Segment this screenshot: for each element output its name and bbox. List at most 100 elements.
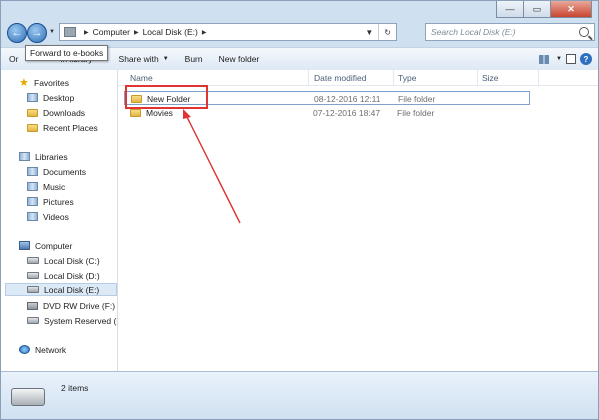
new-folder-label: New folder (218, 54, 260, 64)
sidebar-item-music[interactable]: Music (27, 180, 65, 193)
sidebar-item-videos[interactable]: Videos (27, 210, 69, 223)
sidebar-item-desktop[interactable]: Desktop (27, 91, 74, 104)
sidebar-label: Local Disk (C:) (44, 255, 100, 266)
sidebar-item-dvd-drive[interactable]: DVD RW Drive (F:) Sc (27, 299, 117, 312)
chevron-right-icon[interactable]: ▶ (202, 29, 207, 36)
sidebar-item-downloads[interactable]: Downloads (27, 106, 85, 119)
downloads-folder-icon (27, 108, 38, 117)
sidebar-item-pictures[interactable]: Pictures (27, 195, 74, 208)
breadcrumb-local-disk-e[interactable]: Local Disk (E:) (143, 27, 198, 37)
help-icon[interactable]: ? (580, 53, 592, 65)
column-divider[interactable] (477, 70, 478, 85)
search-box[interactable] (425, 23, 595, 41)
sidebar-label: System Reserved (H: (44, 315, 118, 326)
sidebar-item-recent-places[interactable]: Recent Places (27, 121, 98, 134)
explorer-window: — ▭ ✕ ← → ▼ ▶ Computer ▶ Local Disk (E:)… (0, 0, 599, 420)
column-divider[interactable] (538, 70, 539, 85)
file-row[interactable]: Movies 07-12-2016 18:47 File folder (124, 106, 530, 120)
sidebar-label: DVD RW Drive (F:) Sc (43, 300, 117, 311)
sidebar-item-network[interactable]: Network (19, 343, 66, 356)
sidebar-item-favorites[interactable]: ★ Favorites (19, 76, 69, 89)
organize-button[interactable]: Or (1, 54, 26, 64)
minimize-button[interactable]: — (496, 1, 524, 18)
network-icon (19, 345, 30, 354)
hard-disk-icon (27, 257, 39, 264)
pictures-icon (27, 197, 38, 206)
view-options-chevron-icon[interactable]: ▼ (556, 56, 562, 62)
drive-icon (64, 27, 76, 37)
address-dropdown-icon[interactable]: ▼ (360, 28, 378, 37)
file-row[interactable]: New Folder 08-12-2016 12:11 File folder (124, 91, 530, 105)
sidebar-item-documents[interactable]: Documents (27, 165, 86, 178)
search-icon[interactable] (579, 27, 589, 37)
column-header-size[interactable]: Size (482, 73, 499, 83)
hard-disk-icon (27, 286, 39, 293)
sidebar-label: Computer (35, 240, 73, 251)
sidebar-label: Favorites (34, 77, 69, 88)
folder-icon (130, 109, 141, 117)
libraries-icon (19, 152, 30, 161)
folder-icon (131, 95, 142, 103)
share-with-button[interactable]: Share with ▼ (111, 54, 177, 64)
minimize-icon: — (505, 4, 515, 14)
new-folder-button[interactable]: New folder (211, 54, 268, 64)
desktop-icon (27, 93, 38, 102)
item-count: 2 items (61, 383, 89, 393)
file-name: New Folder (147, 94, 191, 104)
chevron-right-icon[interactable]: ▶ (134, 29, 139, 36)
close-button[interactable]: ✕ (551, 1, 592, 18)
details-pane: 2 items (1, 371, 598, 419)
address-bar[interactable]: ▶ Computer ▶ Local Disk (E:) ▶ ▼ ↻ (59, 23, 397, 41)
navigation-bar: ← → ▼ ▶ Computer ▶ Local Disk (E:) ▶ ▼ ↻ (5, 21, 595, 45)
column-header-type[interactable]: Type (398, 73, 416, 83)
sidebar-label: Network (35, 344, 67, 355)
sidebar-label: Local Disk (D:) (44, 270, 100, 281)
drive-thumbnail-icon (11, 388, 45, 406)
column-header-date-modified[interactable]: Date modified (314, 73, 366, 83)
documents-icon (27, 167, 38, 176)
sidebar-label: Downloads (43, 107, 86, 118)
file-type: File folder (397, 108, 435, 118)
computer-icon (19, 241, 30, 250)
forward-arrow-icon: → (31, 27, 43, 39)
file-date: 07-12-2016 18:47 (313, 108, 381, 118)
sidebar-item-local-disk-c[interactable]: Local Disk (C:) (27, 254, 100, 267)
sidebar-label: Libraries (35, 151, 68, 162)
hard-disk-icon (27, 272, 39, 279)
column-header-name[interactable]: Name (130, 73, 153, 83)
sidebar-label: Documents (43, 166, 86, 177)
back-button[interactable]: ← (7, 23, 27, 43)
maximize-icon: ▭ (532, 3, 542, 14)
back-arrow-icon: ← (11, 27, 23, 39)
change-view-icon[interactable] (536, 53, 552, 65)
burn-button[interactable]: Burn (177, 54, 211, 64)
column-divider[interactable] (393, 70, 394, 85)
breadcrumb-computer[interactable]: Computer (93, 27, 130, 37)
sidebar-item-system-reserved[interactable]: System Reserved (H: (27, 314, 118, 327)
maximize-button[interactable]: ▭ (524, 1, 551, 18)
preview-pane-icon[interactable] (566, 54, 576, 64)
sidebar-item-libraries[interactable]: Libraries (19, 150, 68, 163)
refresh-icon[interactable]: ↻ (378, 24, 396, 40)
sidebar-label: Local Disk (E:) (44, 284, 100, 295)
burn-label: Burn (184, 54, 203, 64)
sidebar-item-local-disk-e[interactable]: Local Disk (E:) (5, 283, 117, 296)
window-controls: — ▭ ✕ (496, 1, 592, 18)
chevron-right-icon[interactable]: ▶ (84, 29, 89, 36)
file-list: Name Date modified Type Size New Folder … (118, 70, 598, 371)
chevron-down-icon: ▼ (162, 56, 169, 62)
search-input[interactable] (431, 27, 571, 37)
forward-button[interactable]: → (27, 23, 47, 43)
sidebar-label: Music (43, 181, 66, 192)
recent-places-icon (27, 123, 38, 132)
sidebar-label: Pictures (43, 196, 74, 207)
view-controls: ▼ ? (536, 53, 598, 65)
sidebar-item-computer[interactable]: Computer (19, 239, 72, 252)
column-divider[interactable] (308, 70, 309, 85)
forward-tooltip: Forward to e-books (25, 45, 109, 61)
videos-icon (27, 212, 38, 221)
recent-pages-chevron-icon[interactable]: ▼ (49, 29, 55, 35)
sidebar-item-local-disk-d[interactable]: Local Disk (D:) (27, 269, 100, 282)
close-icon: ✕ (567, 3, 575, 14)
column-headers: Name Date modified Type Size (118, 70, 598, 86)
